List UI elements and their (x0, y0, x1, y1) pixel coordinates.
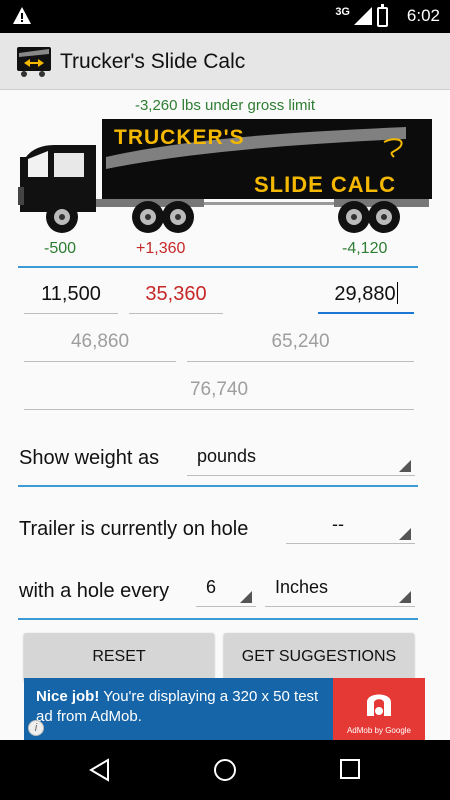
steer-drive-total: 46,860 (24, 322, 176, 362)
home-icon[interactable] (213, 758, 237, 782)
weight-unit-spinner[interactable]: pounds (187, 438, 415, 476)
ad-info-icon[interactable]: i (28, 720, 44, 736)
trailer-hole-spinner[interactable]: -- (286, 506, 415, 544)
divider (18, 485, 418, 487)
reset-button[interactable]: RESET (24, 633, 214, 681)
weight-unit-value: pounds (197, 446, 257, 466)
text-cursor (396, 282, 398, 304)
hole-spacing-spinner[interactable]: 6 (196, 569, 256, 607)
ad-headline: Nice job! (36, 688, 100, 705)
show-weight-label: Show weight as (19, 447, 160, 469)
battery-icon (377, 4, 388, 27)
trailer-hole-label: Trailer is currently on hole (19, 518, 249, 540)
divider (18, 618, 418, 620)
steer-weight-input[interactable]: 11,500 (24, 274, 118, 314)
back-icon[interactable] (88, 758, 112, 782)
navigation-bar (0, 740, 450, 800)
truck-illustration: TRUCKER'S SLIDE CALC (18, 119, 432, 233)
get-suggestions-button[interactable]: GET SUGGESTIONS (224, 633, 414, 681)
network-type: 3G (335, 6, 350, 18)
logo-text-line2: SLIDE CALC (254, 172, 396, 197)
status-bar: 3G 6:02 (0, 0, 450, 33)
recents-icon[interactable] (339, 758, 361, 780)
clock: 6:02 (406, 6, 440, 25)
dropdown-arrow-icon (240, 591, 252, 603)
warning-icon (13, 7, 31, 24)
trailer-weight-input[interactable]: 29,880 (318, 274, 414, 314)
ad-banner[interactable]: Nice job! You're displaying a 320 x 50 t… (24, 678, 425, 740)
signal-icon (354, 7, 372, 25)
app-title: Trucker's Slide Calc (60, 50, 246, 73)
hole-every-label: with a hole every (19, 580, 170, 602)
logo-text-line1: TRUCKER'S (114, 126, 245, 149)
app-icon (17, 47, 51, 77)
ad-text: Nice job! You're displaying a 320 x 50 t… (36, 687, 336, 727)
hole-unit-value: Inches (275, 577, 329, 597)
hole-unit-spinner[interactable]: Inches (265, 569, 415, 607)
trailer-hole-value: -- (332, 514, 344, 534)
admob-icon (367, 694, 391, 716)
drive-weight-input[interactable]: 35,360 (129, 274, 223, 314)
steer-axle-delta: -500 (44, 240, 77, 257)
gross-limit-status: -3,260 lbs under gross limit (134, 97, 316, 114)
dropdown-arrow-icon (399, 528, 411, 540)
divider (18, 266, 418, 268)
dropdown-arrow-icon (399, 591, 411, 603)
drive-axle-delta: +1,360 (136, 240, 186, 257)
dropdown-arrow-icon (399, 460, 411, 472)
drive-trailer-total: 65,240 (187, 322, 414, 362)
hole-spacing-value: 6 (206, 577, 217, 597)
admob-logo: AdMob by Google (333, 678, 425, 740)
steer-wheel (46, 201, 78, 233)
trailer-axle-delta: -4,120 (342, 240, 388, 257)
admob-brand-text: AdMob by Google (346, 726, 412, 735)
app-bar: Trucker's Slide Calc (0, 33, 450, 90)
gross-total: 76,740 (24, 370, 414, 410)
